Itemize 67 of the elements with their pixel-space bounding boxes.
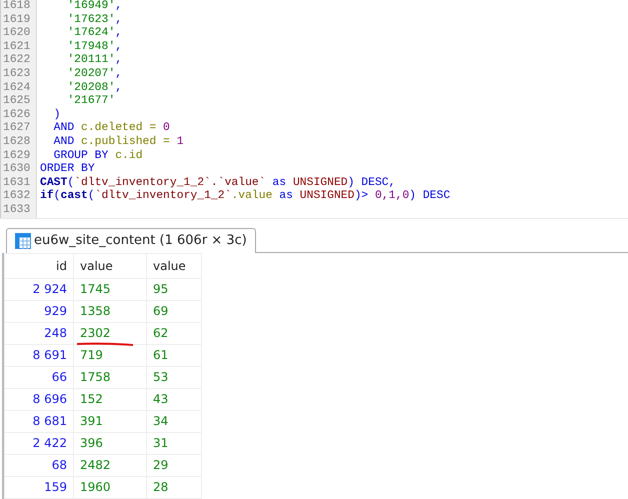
- line-number: 1622: [1, 54, 37, 68]
- table-cell: 391: [80, 414, 103, 428]
- table-cell: 1960: [80, 480, 111, 494]
- table-cell: 8 696: [32, 392, 67, 406]
- code-line: AND c.published = 1: [52, 136, 184, 150]
- line-number: 1629: [1, 150, 37, 164]
- code-line: '17623',: [66, 14, 122, 26]
- code-line: AND c.deleted = 0: [52, 122, 170, 136]
- table-cell: 29: [153, 458, 168, 472]
- table-cell: 152: [80, 392, 103, 406]
- table-cell: 1358: [80, 304, 111, 318]
- table-cell: 1758: [80, 370, 111, 384]
- code-line: ORDER BY: [39, 163, 95, 176]
- underline-mark: [76, 342, 134, 346]
- table-cell: 31: [153, 436, 168, 450]
- table-cell: 719: [80, 348, 103, 362]
- line-number: 1620: [1, 27, 37, 41]
- line-number: 1624: [1, 82, 37, 96]
- line-number: 1625: [1, 95, 37, 109]
- code-line: '17624',: [66, 27, 122, 40]
- table-cell: 68: [52, 458, 67, 472]
- code-line: '21677': [66, 95, 116, 109]
- code-line: if(cast(`dltv_inventory_1_2`.value as UNSIGNED)> 0,1,0) DESC: [39, 190, 450, 204]
- table-cell: 61: [153, 348, 168, 362]
- table-cell: 248: [44, 326, 67, 340]
- line-number: 1631: [1, 176, 37, 190]
- table-cell: 28: [153, 480, 168, 494]
- table-cell: 69: [153, 304, 168, 318]
- table-cell: 929: [44, 304, 67, 318]
- line-number: 1633: [1, 204, 37, 218]
- line-number: 1628: [1, 136, 37, 150]
- table-cell: 159: [44, 480, 67, 494]
- line-number: 1630: [1, 163, 37, 177]
- table-cell: 62: [153, 326, 168, 340]
- code-line: ): [52, 108, 61, 122]
- column-header[interactable]: id: [4, 253, 74, 278]
- code-line: '16949',: [66, 0, 122, 14]
- code-line: '20208',: [66, 82, 122, 94]
- code-line: '20111',: [66, 54, 122, 68]
- table-cell: 8 681: [32, 414, 67, 428]
- column-header[interactable]: value: [74, 253, 146, 278]
- table-cell: 396: [80, 436, 103, 450]
- column-header[interactable]: value: [146, 253, 202, 278]
- line-number: 1619: [1, 14, 37, 28]
- code-line: CAST(`dltv_inventory_1_2`.`value` as UNSIGNED) DESC,: [39, 176, 396, 190]
- table-cell: 34: [153, 414, 168, 428]
- table-cell: 2482: [80, 458, 111, 472]
- table-cell: 66: [52, 370, 67, 384]
- code-line: '20207',: [66, 68, 122, 82]
- line-number: 1623: [1, 68, 37, 82]
- table-cell: 53: [153, 370, 168, 384]
- line-number: 1618: [1, 0, 37, 14]
- table-cell: 95: [153, 282, 168, 296]
- table-cell: 2 422: [32, 436, 67, 450]
- table-cell: 8 691: [32, 348, 67, 362]
- result-tab[interactable]: eu6w_site_content (1 606r × 3c): [6, 228, 256, 252]
- table-cell: 1745: [80, 282, 111, 296]
- line-number: 1621: [1, 40, 37, 54]
- code-line: '17948',: [66, 40, 122, 54]
- line-number: 1626: [1, 108, 37, 122]
- code-line: GROUP BY c.id: [52, 150, 143, 163]
- table-icon: [15, 232, 31, 248]
- table-cell: 43: [153, 392, 168, 406]
- table-cell: 2 924: [32, 282, 67, 296]
- table-cell: 2302: [80, 326, 111, 340]
- line-number: 1632: [1, 190, 37, 204]
- line-number: 1627: [1, 122, 37, 136]
